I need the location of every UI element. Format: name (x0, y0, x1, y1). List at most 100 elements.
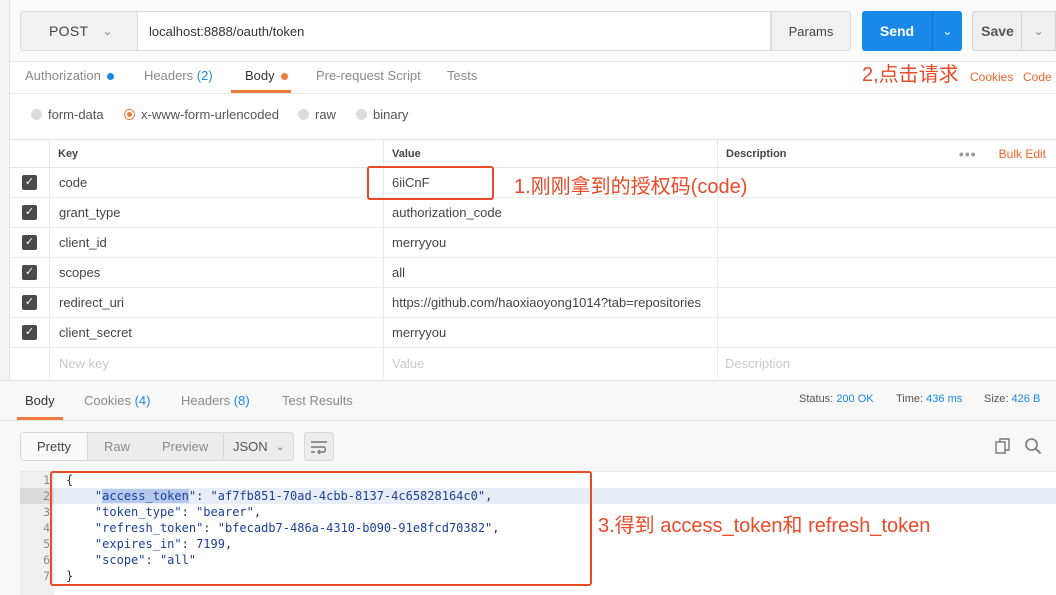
line-number-gutter: 1 2 3 4 5 6 7 (20, 472, 54, 595)
description-cell[interactable] (718, 288, 1056, 317)
response-tab-body[interactable]: Body (25, 393, 55, 408)
chevron-down-icon: ⌄ (942, 24, 953, 38)
time-readout: Time: 436 ms (896, 393, 962, 405)
value-cell[interactable]: https://github.com/haoxiaoyong1014?tab=r… (384, 288, 718, 317)
radio-x-www-form-urlencoded[interactable]: x-www-form-urlencoded (124, 104, 279, 124)
tab-headers[interactable]: Headers (2) (144, 62, 213, 92)
size-label: Size: (984, 393, 1009, 405)
chevron-down-icon: ⌄ (275, 441, 285, 453)
size-value: 426 B (1011, 393, 1041, 405)
new-key-input[interactable]: New key (50, 348, 384, 378)
format-pretty[interactable]: Pretty (21, 433, 88, 460)
value-cell[interactable]: all (384, 258, 718, 287)
tab-count: (2) (196, 68, 213, 83)
radio-icon (31, 108, 42, 120)
search-icon[interactable] (1024, 437, 1042, 458)
bulk-actions: ••• Bulk Edit (959, 146, 1056, 162)
copy-icon[interactable] (994, 437, 1012, 458)
tab-label: Headers (144, 68, 194, 83)
status-dot (106, 73, 114, 81)
value-cell[interactable]: merryyou (384, 318, 718, 347)
wrap-lines-button[interactable] (304, 432, 334, 461)
row-checkbox[interactable]: ✓ (22, 265, 37, 280)
cookies-link[interactable]: Cookies (970, 70, 1013, 84)
tab-label: Cookies (84, 393, 131, 408)
description-cell[interactable] (718, 198, 1056, 227)
tab-tests[interactable]: Tests (447, 62, 477, 92)
header-key: Key (50, 140, 384, 167)
row-checkbox[interactable]: ✓ (22, 235, 37, 250)
format-type-select[interactable]: JSON ⌄ (223, 432, 294, 461)
tab-label: Test Results (282, 393, 353, 408)
response-tab-cookies[interactable]: Cookies (4) (84, 393, 150, 408)
empty-check-cell (10, 348, 50, 378)
description-cell[interactable] (718, 228, 1056, 257)
params-button[interactable]: Params (771, 11, 851, 51)
tab-count: (8) (233, 393, 250, 408)
table-row: ✓ grant_type authorization_code (10, 198, 1056, 228)
table-row: ✓ scopes all (10, 258, 1056, 288)
annotation-step2: 2,点击请求 (862, 64, 959, 86)
save-dropdown-button[interactable]: ⌄ (1021, 11, 1056, 51)
status-value: 200 OK (836, 393, 874, 405)
table-header: Key Value Description ••• Bulk Edit (10, 139, 1056, 168)
status-readout: Status: 200 OK (799, 393, 874, 405)
key-cell[interactable]: redirect_uri (50, 288, 384, 317)
more-options-icon[interactable]: ••• (959, 146, 977, 162)
new-value-input[interactable]: Value (384, 348, 718, 378)
tab-label: Body (25, 393, 55, 408)
value-cell[interactable]: merryyou (384, 228, 718, 257)
response-tab-test-results[interactable]: Test Results (282, 393, 353, 408)
description-cell[interactable] (718, 318, 1056, 347)
send-button[interactable]: Send (862, 11, 932, 51)
table-row: ✓ client_id merryyou (10, 228, 1056, 258)
annotation-box-response (50, 471, 592, 586)
url-input[interactable]: localhost:8888/oauth/token (137, 11, 771, 51)
row-checkbox[interactable]: ✓ (22, 205, 37, 220)
code-link[interactable]: Code (1023, 70, 1052, 84)
radio-icon (356, 108, 367, 120)
annotation-box-code (367, 166, 494, 200)
tab-pre-request-script[interactable]: Pre-request Script (316, 62, 421, 92)
method-label: POST (49, 23, 89, 39)
value-cell[interactable]: authorization_code (384, 198, 718, 227)
line-number: 3 (43, 505, 50, 519)
tab-label: Headers (181, 393, 231, 408)
radio-raw[interactable]: raw (298, 104, 336, 124)
key-cell[interactable]: code (50, 168, 384, 197)
format-preview[interactable]: Preview (146, 433, 224, 460)
response-tab-headers[interactable]: Headers (8) (181, 393, 250, 408)
chevron-down-icon: ⌄ (1033, 24, 1044, 38)
new-description-input[interactable]: Description (718, 348, 1056, 378)
sidebar-edge (0, 0, 10, 380)
description-cell[interactable] (718, 168, 1056, 197)
tab-count: (4) (134, 393, 151, 408)
tab-authorization[interactable]: Authorization (25, 62, 114, 92)
chevron-down-icon: ⌄ (102, 24, 113, 38)
radio-binary[interactable]: binary (356, 104, 408, 124)
description-cell[interactable] (718, 258, 1056, 287)
send-dropdown-button[interactable]: ⌄ (932, 11, 962, 51)
key-cell[interactable]: grant_type (50, 198, 384, 227)
format-raw[interactable]: Raw (88, 433, 146, 460)
row-checkbox[interactable]: ✓ (22, 295, 37, 310)
tab-label: Authorization (25, 68, 101, 83)
row-checkbox[interactable]: ✓ (22, 175, 37, 190)
bulk-edit-link[interactable]: Bulk Edit (999, 147, 1046, 161)
radio-icon (298, 108, 309, 120)
key-cell[interactable]: client_id (50, 228, 384, 257)
tab-body[interactable]: Body (245, 62, 288, 92)
line-number: 1 (43, 473, 50, 487)
size-readout: Size: 426 B (984, 393, 1040, 405)
key-cell[interactable]: scopes (50, 258, 384, 287)
header-check-cell (10, 140, 50, 167)
key-cell[interactable]: client_secret (50, 318, 384, 347)
new-row: New key Value Description (10, 348, 1056, 378)
save-button[interactable]: Save (972, 11, 1022, 51)
table-row: ✓ client_secret merryyou (10, 318, 1056, 348)
radio-label: raw (315, 106, 336, 122)
row-checkbox[interactable]: ✓ (22, 325, 37, 340)
table-row: ✓ redirect_uri https://github.com/haoxia… (10, 288, 1056, 318)
method-select[interactable]: POST ⌄ (20, 11, 137, 51)
radio-form-data[interactable]: form-data (31, 104, 104, 124)
